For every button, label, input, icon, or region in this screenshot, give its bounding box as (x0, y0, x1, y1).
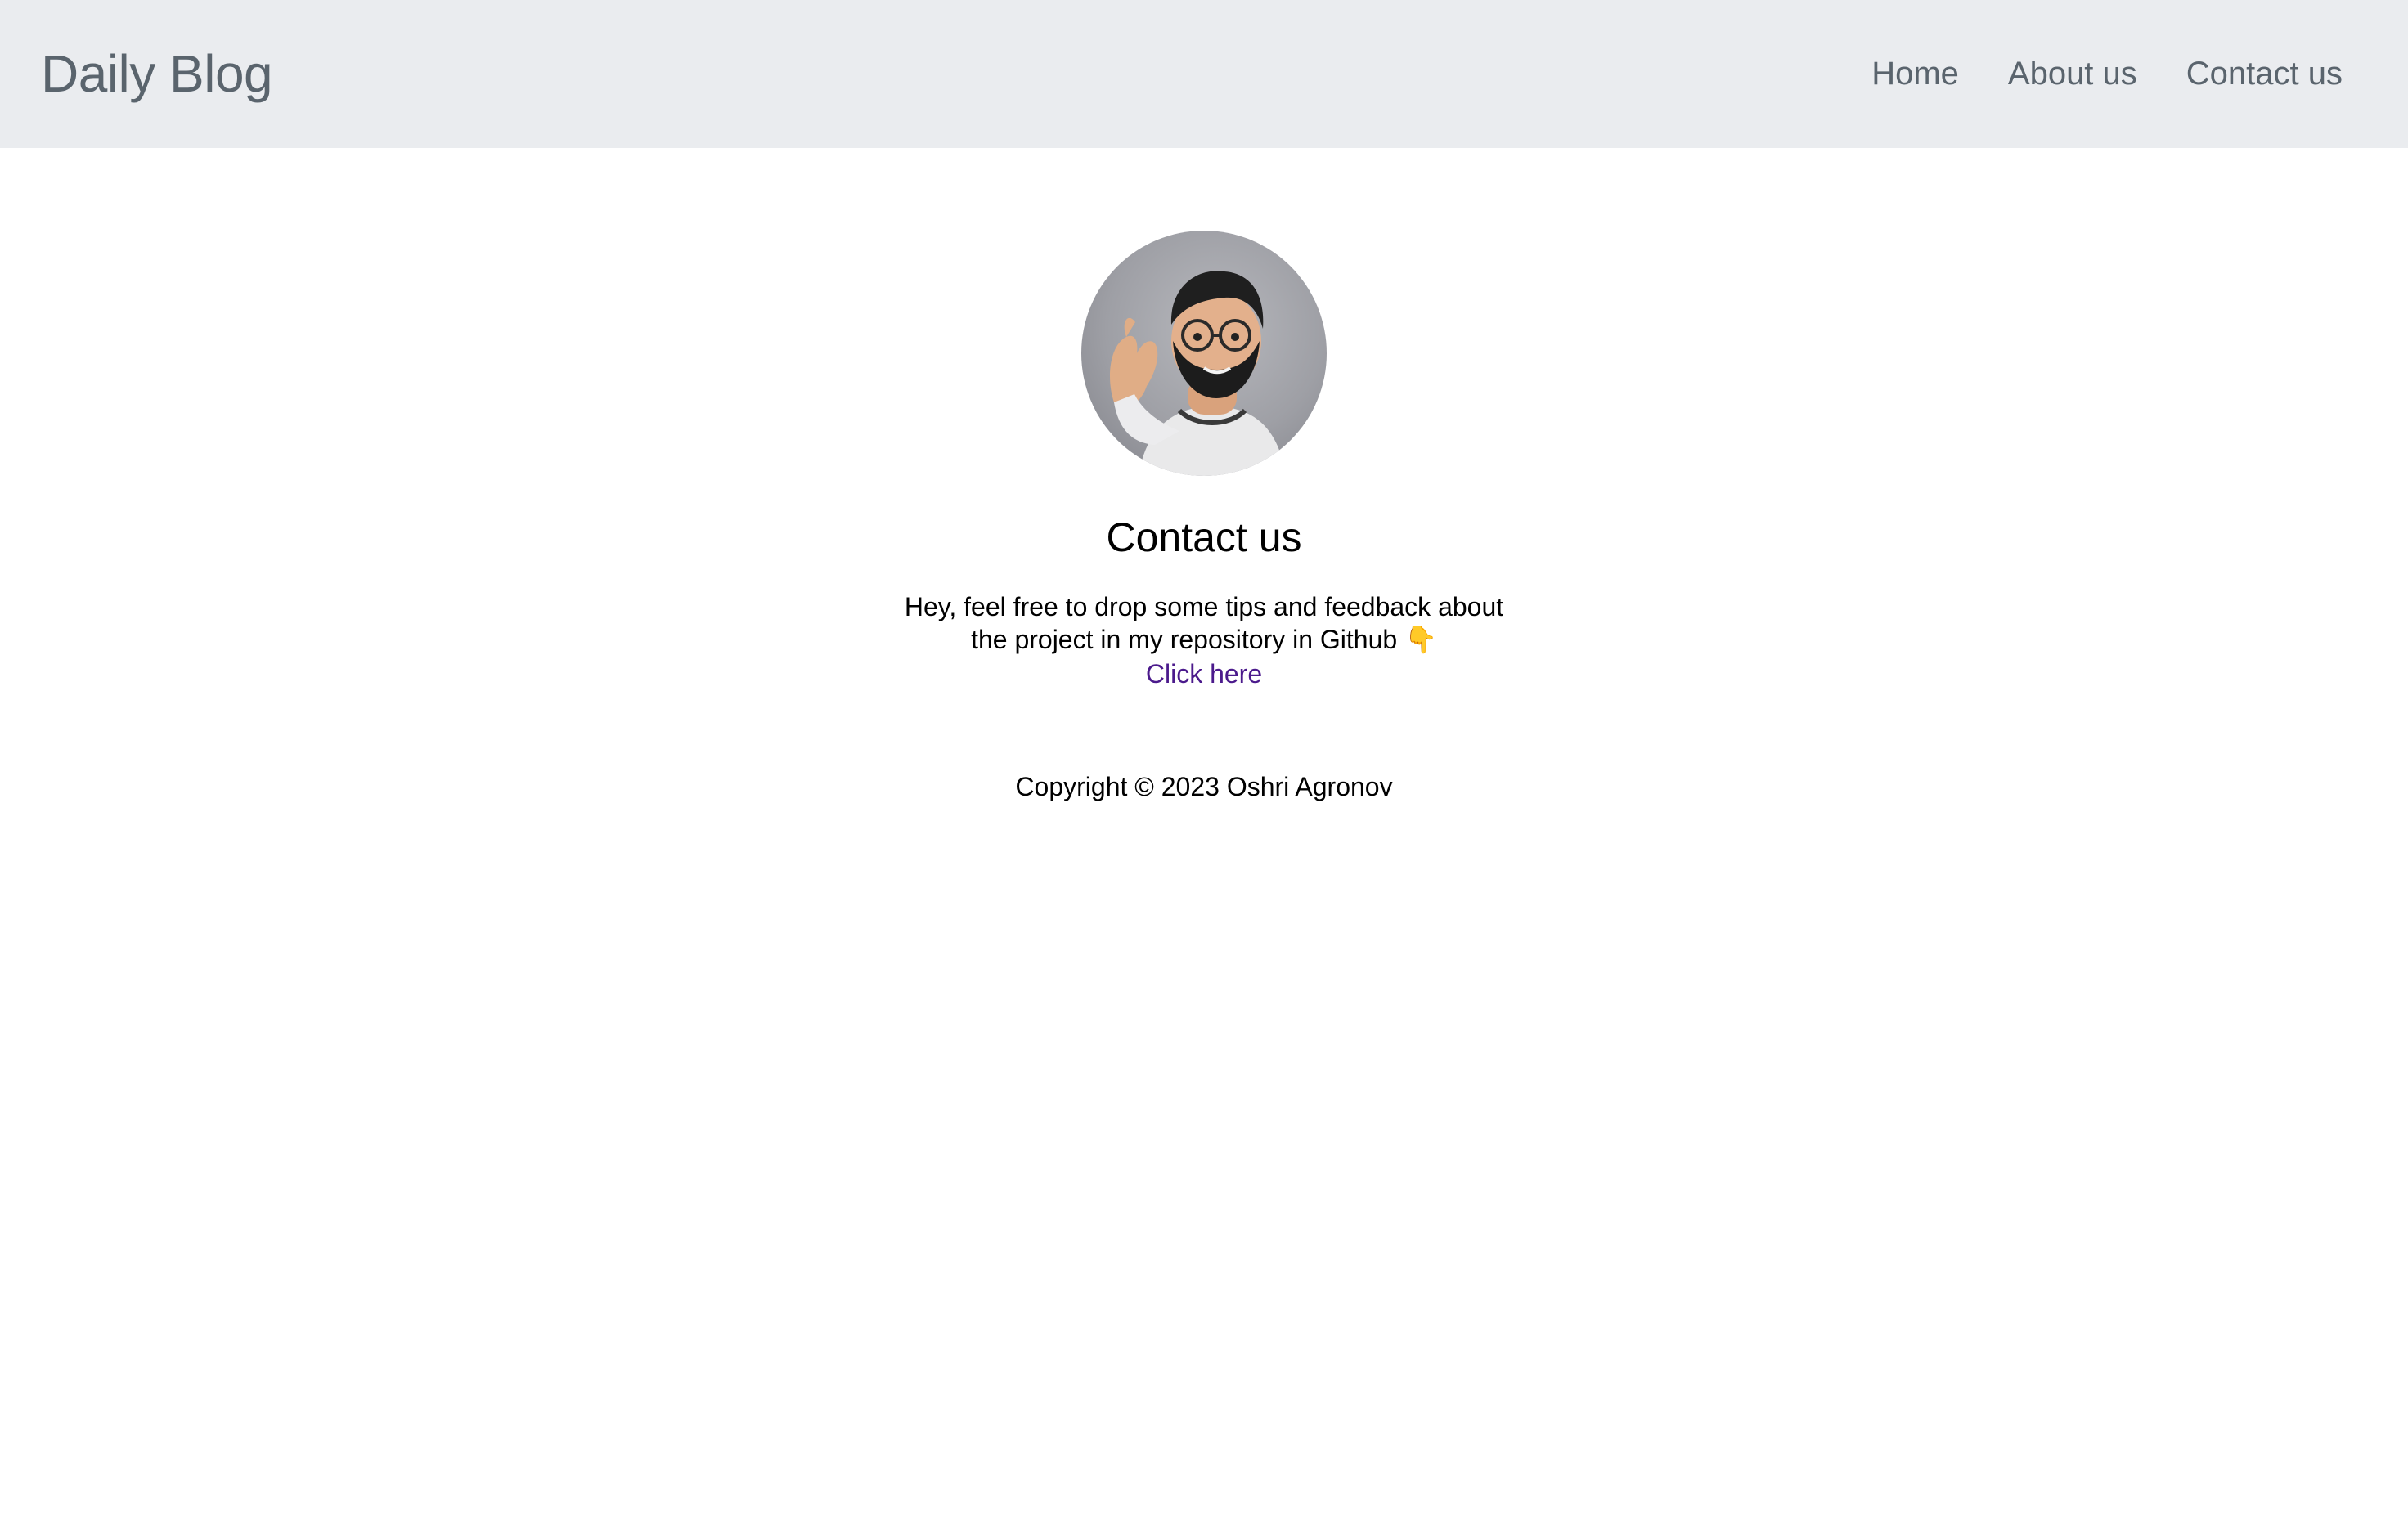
contact-message-line-1: Hey, feel free to drop some tips and fee… (904, 592, 1504, 621)
navbar: Daily Blog Home About us Contact us (0, 0, 2408, 148)
github-link-container: Click here (0, 657, 2408, 690)
nav-links: Home About us Contact us (1871, 49, 2343, 98)
contact-message-line-2: the project in my repository in Github 👇 (971, 625, 1437, 654)
avatar (1081, 231, 1327, 476)
github-link[interactable]: Click here (1146, 659, 1262, 689)
nav-link-about[interactable]: About us (2008, 49, 2137, 98)
footer-copyright: Copyright © 2023 Oshri Agronov (1015, 772, 1393, 801)
nav-link-contact[interactable]: Contact us (2186, 49, 2343, 98)
page-title: Contact us (1106, 514, 1302, 560)
contact-message: Hey, feel free to drop some tips and fee… (900, 590, 1508, 656)
brand-link[interactable]: Daily Blog (41, 38, 273, 110)
nav-link-home[interactable]: Home (1871, 49, 1959, 98)
memoji-avatar-icon (1110, 271, 1286, 476)
